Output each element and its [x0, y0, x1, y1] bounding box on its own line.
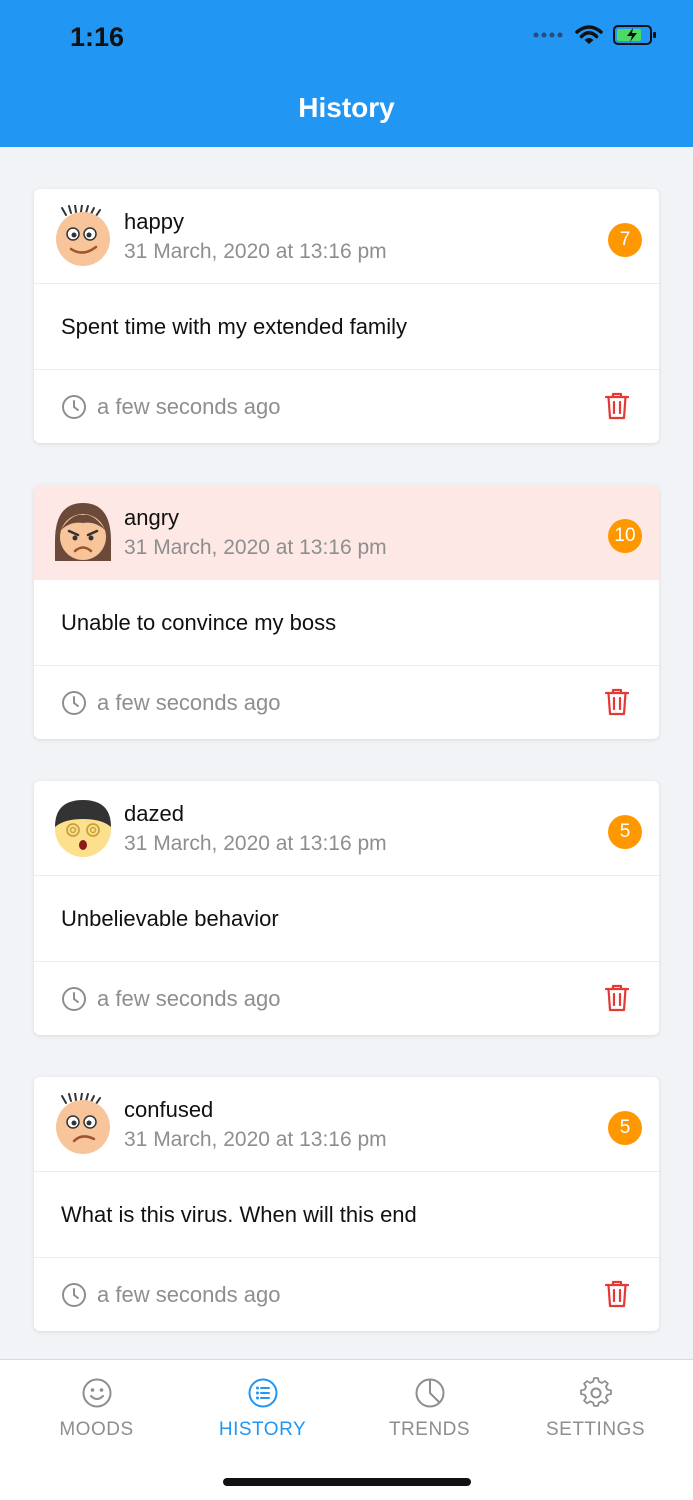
- list-icon: [248, 1378, 277, 1408]
- wifi-icon: [575, 25, 603, 44]
- trash-icon[interactable]: [605, 984, 629, 1012]
- tab-trends[interactable]: TRENDS: [343, 1360, 516, 1450]
- status-time: 1:16: [70, 22, 125, 52]
- clock-icon: [62, 690, 86, 715]
- happy-face-icon: [56, 205, 110, 266]
- dazed-face-icon: [55, 800, 111, 857]
- mood-note: Unbelievable behavior: [34, 876, 659, 962]
- tab-label: SETTINGS: [545, 1419, 645, 1440]
- trash-icon[interactable]: [605, 1280, 629, 1308]
- mood-date: 31 March, 2020 at 13:16 pm: [124, 536, 387, 559]
- clock-icon: [62, 986, 86, 1011]
- mood-date: 31 March, 2020 at 13:16 pm: [124, 240, 387, 263]
- mood-note: Spent time with my extended family: [34, 284, 659, 370]
- history-card[interactable]: dazed 31 March, 2020 at 13:16 pm 5 Unbel…: [34, 781, 659, 1035]
- clock-icon: [62, 394, 86, 419]
- relative-time: a few seconds ago: [97, 393, 281, 419]
- relative-time: a few seconds ago: [97, 1281, 281, 1307]
- card-footer: a few seconds ago: [34, 962, 659, 1035]
- trash-icon[interactable]: [605, 688, 629, 716]
- home-indicator: [223, 1478, 471, 1486]
- app-header: 1:16 History: [0, 0, 693, 147]
- mood-date: 31 March, 2020 at 13:16 pm: [124, 1128, 387, 1151]
- relative-time: a few seconds ago: [97, 689, 281, 715]
- tab-history[interactable]: HISTORY: [176, 1360, 349, 1450]
- card-footer: a few seconds ago: [34, 666, 659, 739]
- card-header: happy 31 March, 2020 at 13:16 pm 7: [34, 189, 659, 284]
- trash-icon[interactable]: [605, 392, 629, 420]
- mood-name: happy: [124, 209, 184, 234]
- history-card[interactable]: confused 31 March, 2020 at 13:16 pm 5 Wh…: [34, 1077, 659, 1331]
- mood-score-badge: 7: [608, 223, 642, 257]
- battery-icon: [613, 25, 656, 45]
- tab-moods[interactable]: MOODS: [10, 1360, 183, 1450]
- mood-score-badge: 5: [608, 1111, 642, 1145]
- mood-score-badge: 10: [608, 519, 642, 553]
- history-card[interactable]: angry 31 March, 2020 at 13:16 pm 10 Unab…: [34, 485, 659, 739]
- card-header: confused 31 March, 2020 at 13:16 pm 5: [34, 1077, 659, 1172]
- card-header: dazed 31 March, 2020 at 13:16 pm 5: [34, 781, 659, 876]
- confused-face-icon: [56, 1093, 110, 1154]
- card-footer: a few seconds ago: [34, 1258, 659, 1331]
- mood-name: angry: [124, 505, 180, 530]
- card-footer: a few seconds ago: [34, 370, 659, 443]
- signal-icon: [533, 32, 563, 38]
- mood-date: 31 March, 2020 at 13:16 pm: [124, 832, 387, 855]
- history-list: happy 31 March, 2020 at 13:16 pm 7 Spent…: [34, 189, 659, 1373]
- mood-note: What is this virus. When will this end: [34, 1172, 659, 1258]
- history-card[interactable]: happy 31 March, 2020 at 13:16 pm 7 Spent…: [34, 189, 659, 443]
- mood-name: confused: [124, 1097, 214, 1122]
- angry-face-icon: [55, 503, 111, 561]
- card-header: angry 31 March, 2020 at 13:16 pm 10: [34, 485, 659, 580]
- page-title: History: [298, 92, 395, 123]
- mood-note: Unable to convince my boss: [34, 580, 659, 666]
- gear-icon: [579, 1377, 612, 1407]
- mood-name: dazed: [124, 801, 184, 826]
- relative-time: a few seconds ago: [97, 985, 281, 1011]
- tab-label: HISTORY: [218, 1419, 307, 1440]
- status-icons: [533, 24, 657, 46]
- smile-icon: [82, 1378, 111, 1408]
- clock-icon: [62, 1282, 86, 1307]
- tab-label: TRENDS: [388, 1419, 471, 1440]
- tab-settings[interactable]: SETTINGS: [509, 1360, 682, 1450]
- mood-score-badge: 5: [608, 815, 642, 849]
- tab-label: MOODS: [59, 1419, 134, 1440]
- pie-chart-icon: [415, 1378, 444, 1408]
